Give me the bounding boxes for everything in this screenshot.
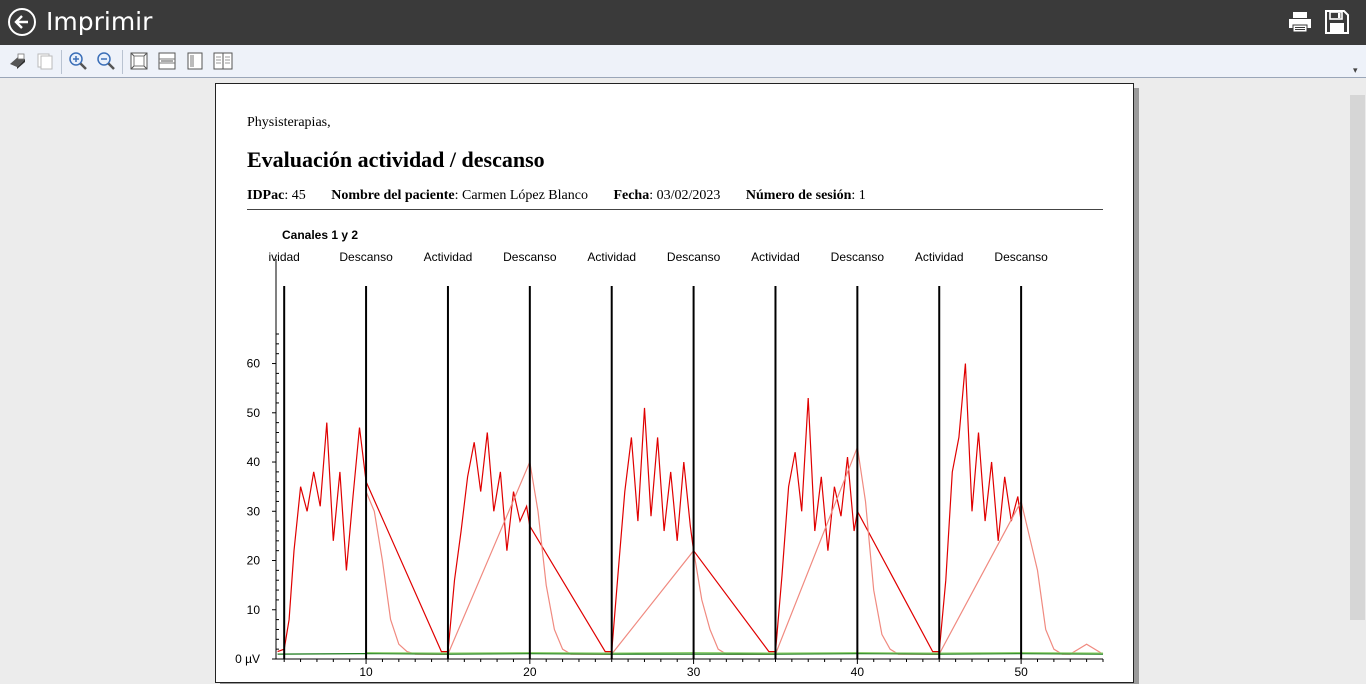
scroll-up-icon[interactable]: ▾ <box>1353 65 1358 76</box>
report-page: Physisterapias, Evaluación actividad / d… <box>215 83 1134 683</box>
y-tick-label: 20 <box>247 554 261 568</box>
chart-title: Canales 1 y 2 <box>282 228 358 242</box>
y-tick-label: 40 <box>247 455 261 469</box>
y-tick-label: 30 <box>247 504 261 518</box>
two-pages-icon[interactable] <box>213 51 233 71</box>
document-viewer[interactable]: Physisterapias, Evaluación actividad / d… <box>0 79 1366 684</box>
date-label: Fecha <box>613 188 650 203</box>
phase-marker-label: Descanso <box>667 250 721 264</box>
patient-meta: IDPac: 45 Nombre del paciente: Carmen Ló… <box>247 188 866 204</box>
back-arrow-icon[interactable] <box>8 8 36 36</box>
phase-marker-label: Actividad <box>751 250 800 264</box>
idpac-label: IDPac <box>247 188 285 203</box>
zoom-out-icon[interactable] <box>96 51 116 71</box>
toolbar-separator <box>61 50 62 74</box>
window-title: Imprimir <box>46 7 153 36</box>
date-value: : 03/02/2023 <box>649 188 721 203</box>
header-rule <box>247 209 1103 210</box>
report-title: Evaluación actividad / descanso <box>247 147 545 172</box>
series-line-3 <box>277 652 1104 655</box>
fit-page-icon[interactable] <box>129 51 149 71</box>
page-width-icon[interactable] <box>157 51 177 71</box>
phase-marker-label: Descanso <box>831 250 885 264</box>
title-bar: Imprimir <box>0 0 1366 45</box>
vertical-scrollbar[interactable]: ▾ <box>1349 65 1366 684</box>
session-label: Número de sesión <box>745 188 852 203</box>
idpac-value: : 45 <box>284 188 306 203</box>
y-tick-label: 0 µV <box>235 652 260 666</box>
x-tick-label: 20 <box>523 665 537 679</box>
emg-chart: Canales 1 y 2 0 µV 10 20 30 40 50 60 10 20 30 40 50 i… <box>235 228 1104 679</box>
phase-marker-label: Descanso <box>503 250 557 264</box>
series-line-4 <box>366 651 1104 654</box>
x-tick-label: 40 <box>851 665 865 679</box>
copy-icon[interactable] <box>35 51 55 71</box>
x-tick-label: 10 <box>359 665 373 679</box>
phase-marker-label: Descanso <box>994 250 1048 264</box>
y-tick-label: 50 <box>247 406 261 420</box>
phase-marker-label: Actividad <box>587 250 636 264</box>
y-tick-label: 10 <box>247 603 261 617</box>
phase-marker-label: Actividad <box>424 250 473 264</box>
phase-marker-label: Actividad <box>915 250 964 264</box>
zoom-in-icon[interactable] <box>68 51 88 71</box>
session-value: : 1 <box>851 188 866 203</box>
print-icon[interactable] <box>8 51 28 71</box>
printer-icon[interactable] <box>1288 10 1312 34</box>
x-tick-label: 30 <box>687 665 701 679</box>
patient-label: Nombre del paciente <box>331 188 455 203</box>
phase-marker-label: Descanso <box>339 250 393 264</box>
patient-value: : Carmen López Blanco <box>454 188 588 203</box>
save-icon[interactable] <box>1325 10 1349 34</box>
scroll-thumb[interactable] <box>1350 95 1365 620</box>
y-tick-label: 60 <box>247 357 261 371</box>
clinic-name: Physisterapias, <box>247 115 331 130</box>
x-tick-label: 50 <box>1014 665 1028 679</box>
one-page-icon[interactable] <box>185 51 205 71</box>
toolbar-separator <box>122 50 123 74</box>
toolbar <box>0 45 1366 78</box>
phase-marker-label: ividad <box>269 250 300 264</box>
